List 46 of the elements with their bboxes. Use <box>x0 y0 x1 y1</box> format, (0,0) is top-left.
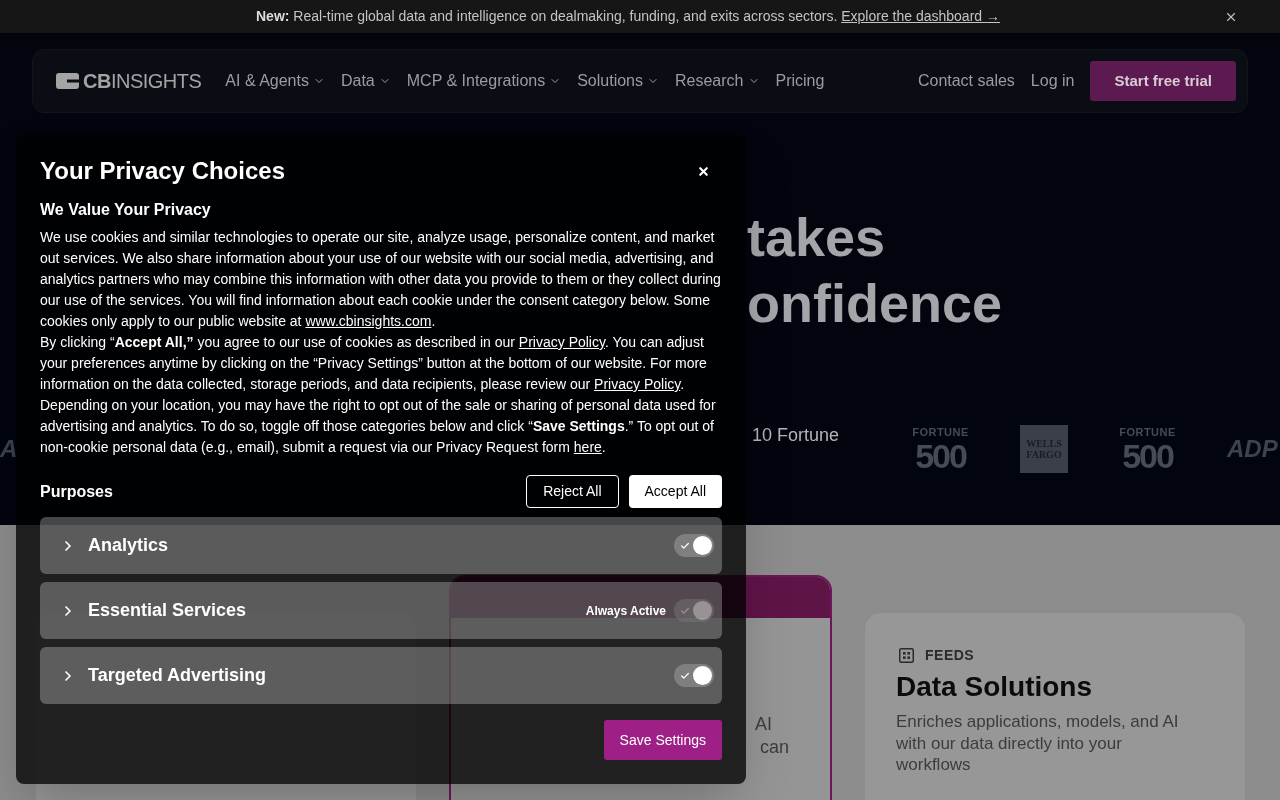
check-icon <box>680 670 690 681</box>
nav-menu-item[interactable]: AI & Agents <box>225 69 325 93</box>
nav-link[interactable]: Pricing <box>775 69 825 93</box>
logo-wordmark: A <box>0 434 16 464</box>
grid-icon <box>899 647 914 663</box>
accordion-header[interactable]: Targeted Advertising <box>60 662 267 689</box>
nav-menu-item[interactable]: Data <box>340 69 391 93</box>
inline-link[interactable]: here <box>573 439 602 455</box>
start-trial-button[interactable]: Start free trial <box>1090 61 1236 101</box>
accordion-header[interactable]: Analytics <box>60 532 169 559</box>
card-text-fragment: can <box>760 737 790 757</box>
hero-heading-text: onfidence <box>747 273 1003 333</box>
nav-menu-item[interactable]: Solutions <box>577 69 659 93</box>
hero-heading-text: takes <box>747 207 886 267</box>
reject-all-button[interactable]: Reject All <box>526 475 619 508</box>
card-description: Enriches applications, models, and AI with our data directly into your workflows <box>896 711 1180 776</box>
dialog-subtitle: We Value Your Privacy <box>40 200 212 220</box>
dashboard-link[interactable]: Explore the dashboard → <box>841 8 1000 24</box>
check-icon <box>680 605 690 616</box>
close-button[interactable] <box>697 164 710 178</box>
consent-paragraph: We use cookies and similar technologies to operate our site, analyze usage, personalize content, and market out services. We also share information about your use of our website with our social media, advertising, and analytics partners who may combine this information with other data you provide to them or they collect during our use of the services. You will find information about each cookie under the consent category below. Some cookies only apply to our public website at www.cbinsights.com. <box>40 228 722 331</box>
logo-wordmark: ADP <box>1227 434 1278 464</box>
accept-all-button[interactable]: Accept All <box>628 475 722 508</box>
toggle-switch[interactable] <box>674 664 714 687</box>
dialog-title: Your Privacy Choices <box>40 156 285 186</box>
nav-link[interactable]: Contact sales <box>917 69 1015 93</box>
card-eyebrow: FEEDS <box>925 646 975 665</box>
nav-link[interactable]: Log in <box>1030 69 1075 93</box>
check-icon <box>680 540 690 551</box>
save-settings-button[interactable]: Save Settings <box>603 720 722 760</box>
logo-wordmark: FORTUNE 500 <box>912 425 969 473</box>
card-text-fragment: AI <box>755 714 772 734</box>
announcement-text: New: Real-time global data and intelligence on dealmaking, funding, and exits across sectors. Explore the dashboard → <box>256 7 1001 26</box>
inline-link[interactable]: Privacy Policy <box>518 334 605 350</box>
hero-caption-text: 10 Fortune <box>752 425 840 445</box>
card-title: Data Solutions <box>896 670 1093 704</box>
nav-menu-item[interactable]: Research <box>675 69 760 93</box>
purposes-heading: Purposes <box>40 481 113 502</box>
logo-wordmark[interactable]: CBINSIGHTS <box>83 69 202 93</box>
logo-wordmark: FORTUNE 500 <box>1119 425 1176 473</box>
logo-icon <box>56 73 79 89</box>
nav-menu-item[interactable]: MCP & Integrations <box>406 69 562 93</box>
consent-paragraph: By clicking “Accept All,” you agree to our use of cookies as described in our Privacy Policy. You can adjust your preferences anytime by clicking on the “Privacy Settings” button at the bottom of our website. For more information on the data collected, storage periods, and data recipients, please review our Privacy Policy. Depending on your location, you may have the right to opt out of the sale or sharing of personal data used for advertising and analytics. To do so, toggle off those categories below and click “Save Settings.” To opt out of non-cookie personal data (e.g., email), submit a request via our Privacy Request form here. <box>40 333 717 457</box>
status-label: Always Active <box>585 602 666 620</box>
toggle-switch[interactable] <box>674 534 714 557</box>
close-icon <box>697 164 710 178</box>
